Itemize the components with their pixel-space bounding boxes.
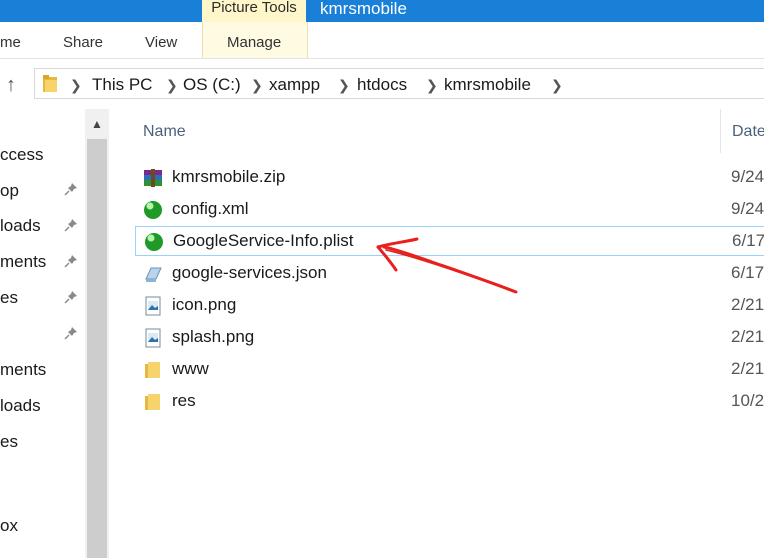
green-sphere-icon [145, 233, 163, 251]
folder-icon [145, 362, 160, 378]
tab-share[interactable]: Share [63, 34, 103, 51]
nav-scrollbar[interactable]: ▲ [85, 109, 109, 558]
json-file-icon [145, 267, 162, 282]
file-name: icon.png [172, 295, 237, 314]
file-date: 2/21 [731, 295, 764, 314]
folder-icon [43, 75, 57, 92]
file-name: www [172, 359, 209, 378]
file-row[interactable]: config.xml 9/24 [135, 195, 764, 225]
file-row[interactable]: splash.png 2/21 [135, 323, 764, 353]
file-row[interactable]: google-services.json 6/17 [135, 259, 764, 289]
nav-item-desktop[interactable]: op [0, 181, 19, 201]
navigation-row: ↑ ❯ This PC ❯ OS (C:) ❯ xampp ❯ htdocs ❯… [0, 59, 764, 109]
file-date: 9/24 [731, 199, 764, 218]
chevron-right-icon[interactable]: ❯ [551, 77, 563, 94]
chevron-right-icon[interactable]: ❯ [338, 77, 350, 94]
up-arrow-icon[interactable]: ↑ [6, 75, 16, 95]
file-date: 2/21 [731, 359, 764, 378]
image-file-icon [145, 296, 161, 316]
pin-icon[interactable] [64, 218, 78, 232]
file-name: res [172, 391, 196, 410]
file-name: kmrsmobile.zip [172, 167, 286, 186]
nav-item-pictures-2[interactable]: es [0, 432, 18, 452]
tab-home[interactable]: me [0, 34, 21, 51]
file-name: config.xml [172, 199, 249, 218]
tab-manage[interactable]: Manage [227, 34, 281, 51]
chevron-right-icon[interactable]: ❯ [251, 77, 263, 94]
chevron-right-icon[interactable]: ❯ [426, 77, 438, 94]
nav-item-quick-access[interactable]: ccess [0, 145, 43, 165]
window-title: kmrsmobile [320, 0, 407, 18]
nav-item-documents[interactable]: ments [0, 252, 46, 272]
file-date: 2/21 [731, 327, 764, 346]
winrar-archive-icon [144, 169, 162, 187]
file-name: GoogleService-Info.plist [173, 231, 354, 250]
file-date: 9/24 [731, 167, 764, 186]
file-date: 10/2 [731, 391, 764, 410]
ribbon-tabs: me Share View Manage [0, 22, 764, 59]
breadcrumb-htdocs[interactable]: htdocs [357, 75, 407, 95]
address-bar[interactable]: ❯ This PC ❯ OS (C:) ❯ xampp ❯ htdocs ❯ k… [34, 68, 764, 99]
breadcrumb-kmrsmobile[interactable]: kmrsmobile [444, 75, 531, 95]
title-bar: Picture Tools kmrsmobile [0, 0, 764, 22]
nav-item-dropbox[interactable]: ox [0, 516, 18, 536]
chevron-right-icon[interactable]: ❯ [70, 77, 82, 94]
file-row[interactable]: kmrsmobile.zip 9/24 [135, 163, 764, 193]
chevron-right-icon[interactable]: ❯ [166, 77, 178, 94]
column-header-name[interactable]: Name [143, 123, 186, 141]
pin-icon[interactable] [64, 182, 78, 196]
file-row-selected[interactable]: GoogleService-Info.plist 6/17 [135, 226, 764, 256]
image-file-icon [145, 328, 161, 348]
nav-item-downloads[interactable]: loads [0, 216, 41, 236]
file-date: 6/17 [731, 263, 764, 282]
navigation-pane: ccess op loads ments es ments loads es o… [0, 109, 84, 558]
nav-item-documents-2[interactable]: ments [0, 360, 46, 380]
file-row[interactable]: icon.png 2/21 [135, 291, 764, 321]
file-name: google-services.json [172, 263, 327, 282]
file-date: 6/17 [732, 231, 764, 250]
picture-tools-context-label: Picture Tools [202, 0, 306, 22]
file-name: splash.png [172, 327, 255, 346]
scroll-up-icon[interactable]: ▲ [85, 109, 109, 139]
column-header-date[interactable]: Date [732, 123, 764, 141]
breadcrumb-this-pc[interactable]: This PC [92, 75, 152, 95]
column-divider[interactable] [720, 109, 721, 153]
breadcrumb-os-c[interactable]: OS (C:) [183, 75, 241, 95]
scrollbar-thumb[interactable] [87, 139, 107, 558]
file-row[interactable]: www 2/21 [135, 355, 764, 385]
green-sphere-icon [144, 201, 162, 219]
pin-icon[interactable] [64, 290, 78, 304]
breadcrumb-xampp[interactable]: xampp [269, 75, 320, 95]
nav-item-pictures[interactable]: es [0, 288, 18, 308]
pin-icon[interactable] [64, 254, 78, 268]
picture-tools-group: Manage [202, 22, 308, 58]
file-row[interactable]: res 10/2 [135, 387, 764, 417]
folder-icon [145, 394, 160, 410]
file-list: Name Date kmrsmobile.zip 9/24 config.xml… [110, 109, 764, 558]
tab-view[interactable]: View [145, 34, 177, 51]
pin-icon[interactable] [64, 326, 78, 340]
nav-item-downloads-2[interactable]: loads [0, 396, 41, 416]
